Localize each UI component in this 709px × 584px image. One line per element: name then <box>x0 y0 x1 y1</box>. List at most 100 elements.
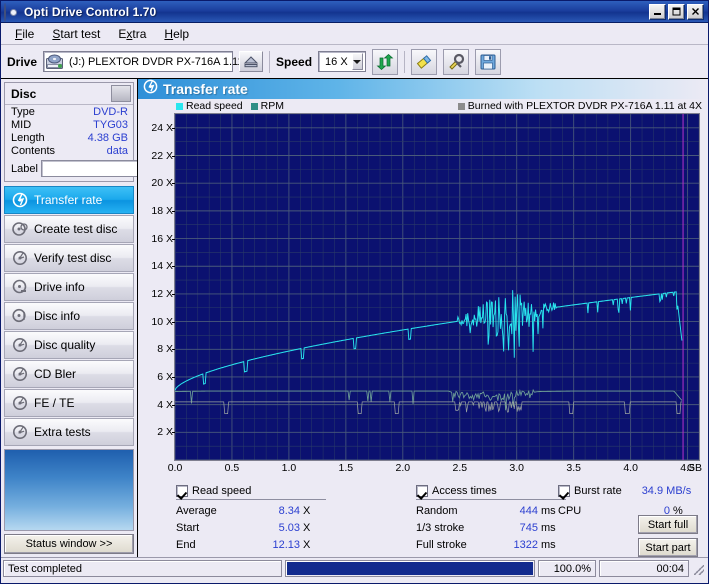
status-message: Test completed <box>3 560 282 577</box>
stat-unit: ms <box>541 539 556 551</box>
disc-info-panel: Disc Type DVD-R MID TYG03 Length 4.38 GB… <box>4 82 243 182</box>
sidebar-item-extra-tests[interactable]: Extra tests <box>4 418 134 446</box>
status-window-label: Status window >> <box>25 538 113 550</box>
speed-select[interactable]: 16 X <box>318 51 367 72</box>
read-speed-title: Read speed <box>192 485 252 497</box>
stat-value: 12.13 <box>272 539 300 551</box>
burst-rate-value: 34.9 MB/s <box>641 485 692 497</box>
tools-icon <box>449 53 465 70</box>
erase-button[interactable] <box>411 48 438 75</box>
stat-key: Average <box>176 505 217 517</box>
stat-key: End <box>176 539 196 551</box>
speed-label: Speed <box>276 54 313 69</box>
disc-row-key: MID <box>11 119 32 131</box>
divider <box>176 499 326 500</box>
stat-group-access-times: Access times Random 444 ms 1/3 stroke 74… <box>416 485 566 554</box>
body: Disc Type DVD-R MID TYG03 Length 4.38 GB… <box>1 79 708 557</box>
stat-value: 444 <box>519 505 538 517</box>
progress-percent: 100.0% <box>538 560 596 577</box>
disc-panel-indicator <box>111 85 131 102</box>
save-disk-icon <box>480 54 496 69</box>
sidebar-item-label: Transfer rate <box>34 193 103 207</box>
sidebar-item-label: Verify test disc <box>34 251 112 265</box>
legend-entry-read-speed: Read speed <box>176 100 243 112</box>
x-axis-tick: 1.0 <box>281 462 297 474</box>
drive-value: (J:) PLEXTOR DVDR PX-716A 1.11 <box>69 55 244 68</box>
disc-row-mid: MID TYG03 <box>5 118 133 131</box>
chevron-down-icon[interactable] <box>351 53 364 70</box>
eject-button[interactable] <box>239 51 264 72</box>
sidebar-item-transfer-rate[interactable]: Transfer rate <box>4 186 134 214</box>
refresh-button[interactable] <box>372 48 399 75</box>
fe-te-icon <box>12 395 28 411</box>
save-button[interactable] <box>475 48 502 75</box>
maximize-button[interactable] <box>668 3 685 20</box>
sidebar-item-drive-info[interactable]: Drive info <box>4 273 134 301</box>
access-times-title: Access times <box>432 485 497 497</box>
stat-unit: ms <box>541 522 556 534</box>
disc-label-row: Label <box>5 157 243 181</box>
sidebar-item-label: CD Bler <box>34 367 77 381</box>
start-full-button[interactable]: Start full <box>638 515 698 534</box>
minimize-button[interactable] <box>649 3 666 20</box>
start-part-button[interactable]: Start part <box>638 538 698 557</box>
stat-row-end: End 12.13 X <box>176 537 326 554</box>
menu-item-extra[interactable]: Extra <box>110 25 154 43</box>
menu-item-help[interactable]: Help <box>156 25 197 43</box>
sidebar-image-panel <box>4 449 134 531</box>
disc-row-length: Length 4.38 GB <box>5 131 133 144</box>
disc-row-key: Length <box>11 132 45 144</box>
burst-rate-checkbox[interactable] <box>558 485 570 497</box>
menu-item-file[interactable]: File <box>7 25 42 43</box>
cd-disc-icon <box>4 2 20 22</box>
legend-swatch-rpm <box>250 102 258 110</box>
y-axis-tick: 22 X <box>151 149 175 162</box>
progress-fill <box>287 562 533 575</box>
stat-value: 8.34 <box>278 505 300 517</box>
menu-bar: File Start test Extra Help <box>1 23 708 45</box>
y-axis-tick: 8 X <box>157 343 175 356</box>
divider <box>416 499 566 500</box>
annotation-swatch <box>457 102 465 110</box>
panel-header: Transfer rate <box>138 79 708 99</box>
read-speed-header: Read speed <box>176 485 326 498</box>
tools-button[interactable] <box>443 48 470 75</box>
resize-grip[interactable] <box>692 560 706 577</box>
close-button[interactable] <box>687 3 704 20</box>
y-axis-tick: 20 X <box>151 177 175 190</box>
start-part-label: Start part <box>645 541 691 554</box>
annotation-text: Burned with PLEXTOR DVDR PX-716A 1.11 at… <box>467 100 702 112</box>
disc-panel-header: Disc <box>5 83 133 105</box>
sidebar-item-create-test-disc[interactable]: Create test disc <box>4 215 134 243</box>
sidebar-item-fe-te[interactable]: FE / TE <box>4 389 134 417</box>
stats-panel: Read speed Average 8.34 X Start 5.03 X E… <box>138 479 708 557</box>
menu-item-start-test[interactable]: Start test <box>44 25 108 43</box>
chart-series <box>175 290 683 415</box>
burst-rate-title: Burst rate <box>574 485 622 497</box>
stat-group-read-speed: Read speed Average 8.34 X Start 5.03 X E… <box>176 485 326 554</box>
stat-unit: ms <box>541 505 556 517</box>
sidebar-item-disc-info[interactable]: Disc info <box>4 302 134 330</box>
sidebar-item-disc-quality[interactable]: Disc quality <box>4 331 134 359</box>
window-title: Opti Drive Control 1.70 <box>24 4 157 19</box>
access-times-checkbox[interactable] <box>416 485 428 497</box>
chart-gridlines <box>175 114 699 460</box>
y-axis-tick: 6 X <box>157 370 175 383</box>
read-speed-checkbox[interactable] <box>176 485 188 497</box>
y-axis-tick: 24 X <box>151 121 175 134</box>
chart-annotation: Burned with PLEXTOR DVDR PX-716A 1.11 at… <box>457 100 702 112</box>
x-axis-tick: 3.0 <box>509 462 525 474</box>
legend-swatch-read-speed <box>176 102 183 110</box>
disc-row-value: 4.38 GB <box>87 132 128 144</box>
drive-select[interactable]: (J:) PLEXTOR DVDR PX-716A 1.11 <box>43 51 258 72</box>
status-window-button[interactable]: Status window >> <box>4 534 134 554</box>
stat-row-random: Random 444 ms <box>416 503 566 520</box>
x-axis-tick: 0.5 <box>224 462 240 474</box>
transfer-rate-icon <box>12 192 28 208</box>
transfer-rate-chart: 2 X 4 X 6 X 8 X 10 X 12 X 14 X 16 X 18 X 20 X 22 X… <box>138 113 708 479</box>
sidebar-item-verify-test-disc[interactable]: Verify test disc <box>4 244 134 272</box>
sidebar-item-cd-bler[interactable]: CD Bler <box>4 360 134 388</box>
create-disc-icon <box>12 221 28 237</box>
stat-unit: X <box>303 522 311 534</box>
x-axis-tick: 0.0 <box>167 462 183 474</box>
